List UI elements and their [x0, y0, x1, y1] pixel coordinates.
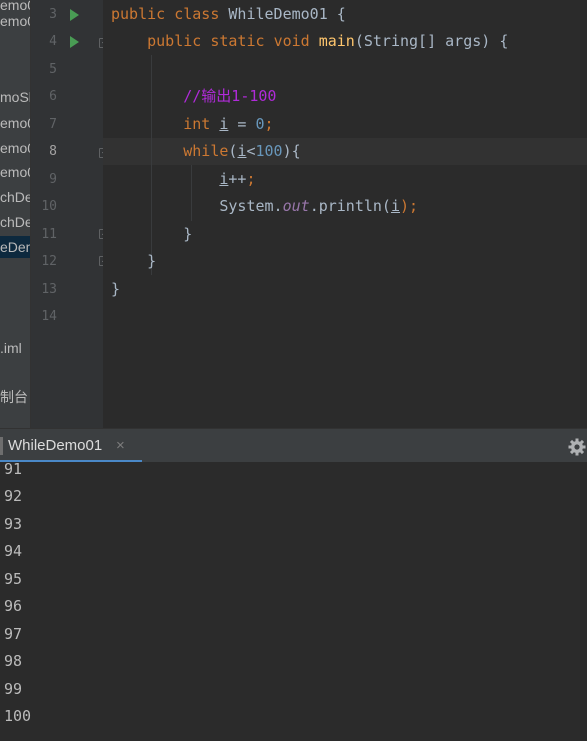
line-number: 7 — [49, 117, 57, 132]
code-line-6: //输出1-100 — [183, 87, 277, 105]
code-line-10: System.out.println(i); — [219, 197, 419, 215]
line-number-current: 8 — [49, 144, 57, 159]
run-tab[interactable]: WhileDemo01 × — [0, 429, 142, 463]
project-item[interactable]: emo06 — [0, 10, 30, 32]
console-output-line: 97 — [4, 625, 23, 643]
console-output-line: 93 — [4, 515, 23, 533]
run-console[interactable]: 91 92 93 94 95 96 97 98 99 100 — [0, 462, 587, 741]
code-line-13: } — [111, 280, 121, 298]
project-item[interactable]: chDemo — [0, 186, 30, 208]
line-number: 9 — [49, 172, 57, 187]
line-number: 10 — [41, 199, 57, 214]
code-line-7: int i = 0; — [183, 115, 274, 133]
console-output-line: 94 — [4, 542, 23, 560]
line-number: 6 — [49, 89, 57, 104]
line-number: 4 — [49, 34, 57, 49]
console-output-line: 92 — [4, 487, 23, 505]
code-line-9: i++; — [219, 170, 256, 188]
editor-gutter: 3 4 5 6 7 8 9 10 11 12 13 14 — [31, 0, 134, 428]
run-toolwindow-header: WhileDemo01 × — [0, 428, 587, 463]
console-output-line: 100 — [4, 707, 32, 725]
line-number: 3 — [49, 7, 57, 22]
line-number: 5 — [49, 62, 57, 77]
project-item[interactable]: chDemo — [0, 211, 30, 233]
line-number: 14 — [41, 309, 57, 324]
code-editor[interactable]: public class WhileDemo01 { public static… — [103, 0, 587, 428]
console-output-line: 99 — [4, 680, 23, 698]
run-class-icon[interactable] — [70, 9, 79, 21]
line-number: 13 — [41, 282, 57, 297]
console-output-line: 95 — [4, 570, 23, 588]
code-line-8: while(i<100){ — [183, 142, 301, 160]
project-item[interactable]: moShow — [0, 86, 30, 108]
project-item-selected[interactable]: eDemo — [0, 236, 30, 258]
console-output-line: 98 — [4, 652, 23, 670]
project-item[interactable]: emo07 — [0, 161, 30, 183]
code-line-3: public class WhileDemo01 { — [111, 5, 346, 23]
console-output-line: 91 — [4, 462, 23, 478]
project-item[interactable]: emo06 — [0, 137, 30, 159]
project-panel: emo06 emo06 moShow emo05 emo06 emo07 chD… — [0, 0, 30, 428]
project-item-console[interactable]: 制台 — [0, 386, 28, 408]
console-output-line: 96 — [4, 597, 23, 615]
run-tab-label: WhileDemo01 — [8, 437, 103, 454]
close-icon[interactable]: × — [116, 429, 125, 463]
line-number: 12 — [41, 254, 57, 269]
code-line-4: public static void main(String[] args) { — [147, 32, 509, 50]
code-line-11: } — [183, 225, 193, 243]
run-main-icon[interactable] — [70, 36, 79, 48]
code-line-12: } — [147, 252, 157, 270]
project-item[interactable]: emo05 — [0, 112, 30, 134]
line-number: 11 — [41, 227, 57, 242]
gear-icon[interactable] — [568, 438, 586, 456]
project-item-iml[interactable]: .iml — [0, 337, 22, 359]
